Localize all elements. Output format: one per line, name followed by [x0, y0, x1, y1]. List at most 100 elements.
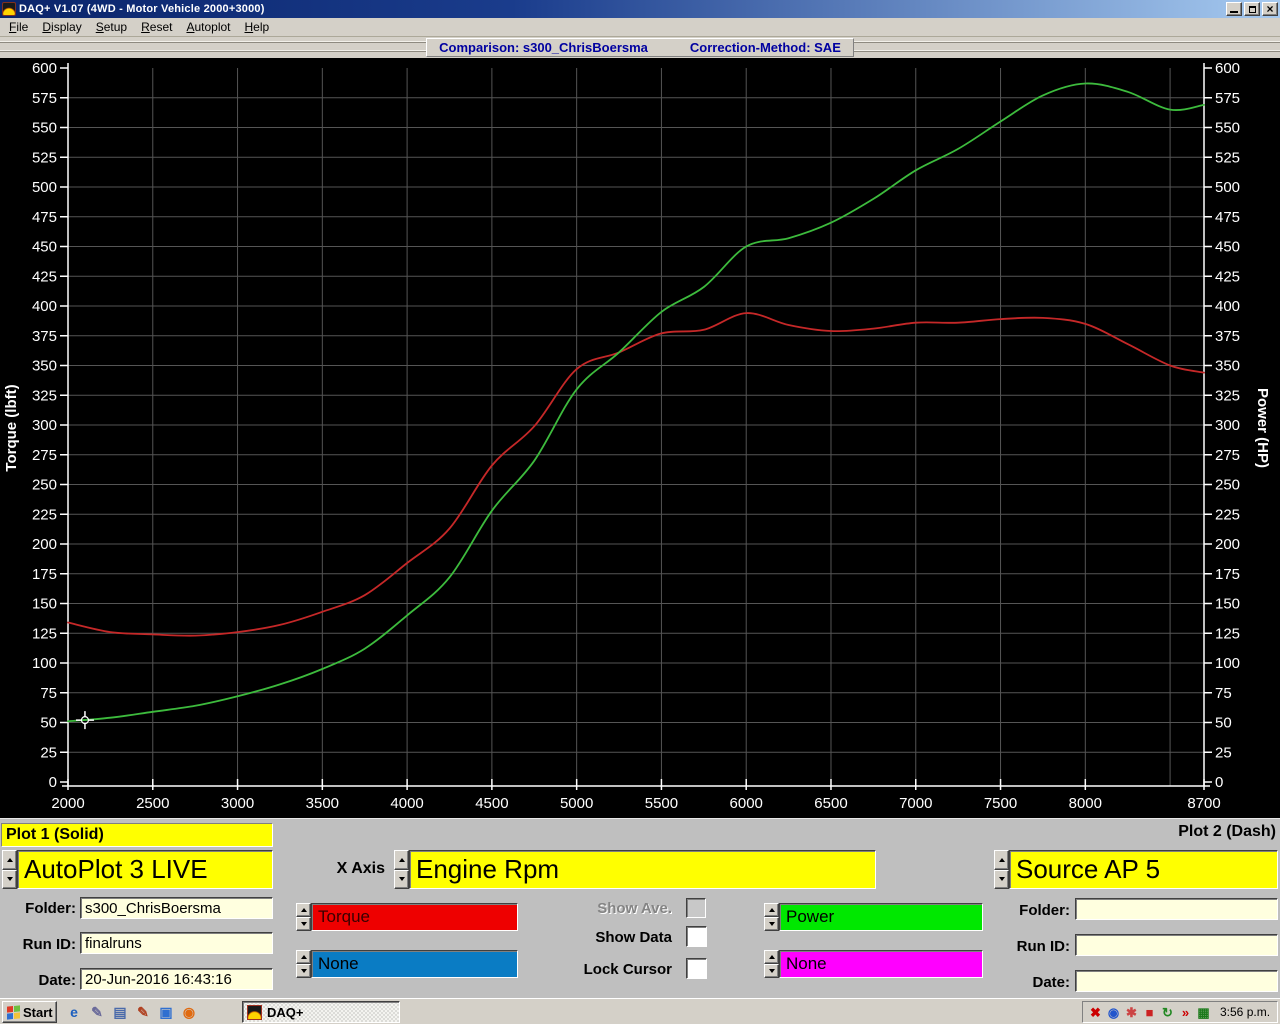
spin-up-icon[interactable] [296, 903, 311, 917]
right-axis-title: Power (HP) [1254, 388, 1271, 468]
source-value[interactable]: Source AP 5 [1009, 850, 1278, 889]
right-axis-tick-label: 175 [1215, 566, 1240, 583]
dyno-chart[interactable]: 0025255050757510010012512515015017517520… [0, 58, 1280, 818]
channel2-spinner[interactable] [296, 950, 311, 978]
left-axis-tick-label: 200 [32, 536, 57, 553]
spin-down-icon[interactable] [296, 917, 311, 931]
channel1-spinner[interactable] [296, 903, 311, 931]
channel3-spinner[interactable] [764, 903, 779, 931]
autoplot-spinner[interactable] [2, 850, 17, 889]
left-axis-tick-label: 400 [32, 298, 57, 315]
ie-icon[interactable]: e [66, 1004, 82, 1020]
spin-up-icon[interactable] [2, 850, 17, 870]
right-axis-tick-label: 525 [1215, 149, 1240, 166]
mute-icon[interactable]: ✖ [1088, 1005, 1103, 1020]
show-data-checkbox[interactable] [686, 926, 707, 947]
firefox-icon[interactable]: ◉ [181, 1004, 197, 1020]
spin-down-icon[interactable] [764, 917, 779, 931]
menu-display[interactable]: Display [37, 18, 90, 36]
channel2-value[interactable]: None [311, 950, 518, 978]
window-title: DAQ+ V1.07 (4WD - Motor Vehicle 2000+300… [19, 3, 1224, 15]
runid2-field[interactable] [1075, 934, 1278, 956]
start-button[interactable]: Start [2, 1001, 57, 1023]
channel3-value[interactable]: Power [779, 903, 983, 931]
spin-down-icon[interactable] [296, 964, 311, 978]
pens-icon[interactable]: ✎ [135, 1004, 151, 1020]
autoplot-combo[interactable]: AutoPlot 3 LIVE [2, 850, 273, 889]
source-combo[interactable]: Source AP 5 [994, 850, 1278, 889]
channel4-value[interactable]: None [779, 950, 983, 978]
menu-autoplot[interactable]: Autoplot [181, 18, 239, 36]
channel4-spinner[interactable] [764, 950, 779, 978]
channel3-combo[interactable]: Power [764, 903, 983, 931]
desktop-icon[interactable]: ▣ [158, 1004, 174, 1020]
spin-down-icon[interactable] [994, 870, 1009, 890]
date-field[interactable]: 20-Jun-2016 16:43:16 [80, 968, 273, 990]
channel2-combo[interactable]: None [296, 950, 518, 978]
folder-field[interactable]: s300_ChrisBoersma [80, 897, 273, 919]
left-axis-tick-label: 575 [32, 90, 57, 107]
list-icon[interactable]: ▤ [112, 1004, 128, 1020]
minimize-icon [1230, 11, 1238, 13]
app-icon[interactable] [2, 2, 16, 16]
start-label: Start [23, 1005, 53, 1020]
x-axis-tick-label: 3000 [221, 795, 254, 812]
x-axis-spinner[interactable] [394, 850, 409, 889]
channel4-combo[interactable]: None [764, 950, 983, 978]
spin-up-icon[interactable] [764, 903, 779, 917]
taskbar: Start e✎▤✎▣◉ DAQ+ ✖◉✱■↻»▦ 3:56 p.m. [0, 998, 1280, 1024]
right-axis-tick-label: 575 [1215, 90, 1240, 107]
spin-down-icon[interactable] [394, 870, 409, 890]
x-axis-tick-label: 7500 [984, 795, 1017, 812]
x-axis-combo[interactable]: Engine Rpm [394, 850, 876, 889]
sync-icon[interactable]: ↻ [1160, 1005, 1175, 1020]
spin-up-icon[interactable] [994, 850, 1009, 870]
spin-down-icon[interactable] [2, 870, 17, 890]
right-axis-tick-label: 400 [1215, 298, 1240, 315]
taskbar-daq-button[interactable]: DAQ+ [242, 1001, 400, 1023]
title-bar: DAQ+ V1.07 (4WD - Motor Vehicle 2000+300… [0, 0, 1280, 18]
menu-setup[interactable]: Setup [91, 18, 136, 36]
right-axis-tick-label: 300 [1215, 417, 1240, 434]
fastforward-icon[interactable]: » [1178, 1005, 1193, 1020]
runid-field[interactable]: finalruns [80, 932, 273, 954]
folder2-field[interactable] [1075, 898, 1278, 920]
menu-reset[interactable]: Reset [136, 18, 181, 36]
source-spinner[interactable] [994, 850, 1009, 889]
update-icon[interactable]: ■ [1142, 1005, 1157, 1020]
spin-up-icon[interactable] [296, 950, 311, 964]
x-axis-tick-label: 3500 [306, 795, 339, 812]
network-warning-icon[interactable]: ◉ [1106, 1005, 1121, 1020]
autoplot-value[interactable]: AutoPlot 3 LIVE [17, 850, 273, 889]
right-axis-tick-label: 250 [1215, 477, 1240, 494]
right-axis-tick-label: 275 [1215, 447, 1240, 464]
chart-area[interactable]: 0025255050757510010012512515015017517520… [0, 58, 1280, 818]
channel1-value[interactable]: Torque [311, 903, 518, 931]
spin-up-icon[interactable] [394, 850, 409, 870]
close-button[interactable]: × [1262, 2, 1278, 16]
x-axis-tick-label: 7000 [899, 795, 932, 812]
taskbar-clock[interactable]: 3:56 p.m. [1220, 1005, 1270, 1019]
x-axis-tick-label: 2000 [51, 795, 84, 812]
menu-help[interactable]: Help [240, 18, 279, 36]
date2-field[interactable] [1075, 970, 1278, 992]
comparison-toolbar: Comparison: s300_ChrisBoersma Correction… [0, 37, 1280, 58]
status-grid-icon[interactable]: ▦ [1196, 1005, 1211, 1020]
app-window: DAQ+ V1.07 (4WD - Motor Vehicle 2000+300… [0, 0, 1280, 1024]
lock-cursor-checkbox[interactable] [686, 958, 707, 979]
menu-file[interactable]: File [4, 18, 37, 36]
minimize-button[interactable] [1226, 2, 1242, 16]
restore-button[interactable] [1244, 2, 1260, 16]
right-axis-tick-label: 350 [1215, 358, 1240, 375]
left-axis-tick-label: 250 [32, 477, 57, 494]
left-axis-tick-label: 175 [32, 566, 57, 583]
left-axis-tick-label: 100 [32, 655, 57, 672]
notes-icon[interactable]: ✎ [89, 1004, 105, 1020]
right-axis-tick-label: 100 [1215, 655, 1240, 672]
spin-down-icon[interactable] [764, 964, 779, 978]
gears-icon[interactable]: ✱ [1124, 1005, 1139, 1020]
x-axis-value[interactable]: Engine Rpm [409, 850, 876, 889]
spin-up-icon[interactable] [764, 950, 779, 964]
lock-cursor-label: Lock Cursor [540, 961, 672, 978]
channel1-combo[interactable]: Torque [296, 903, 518, 931]
